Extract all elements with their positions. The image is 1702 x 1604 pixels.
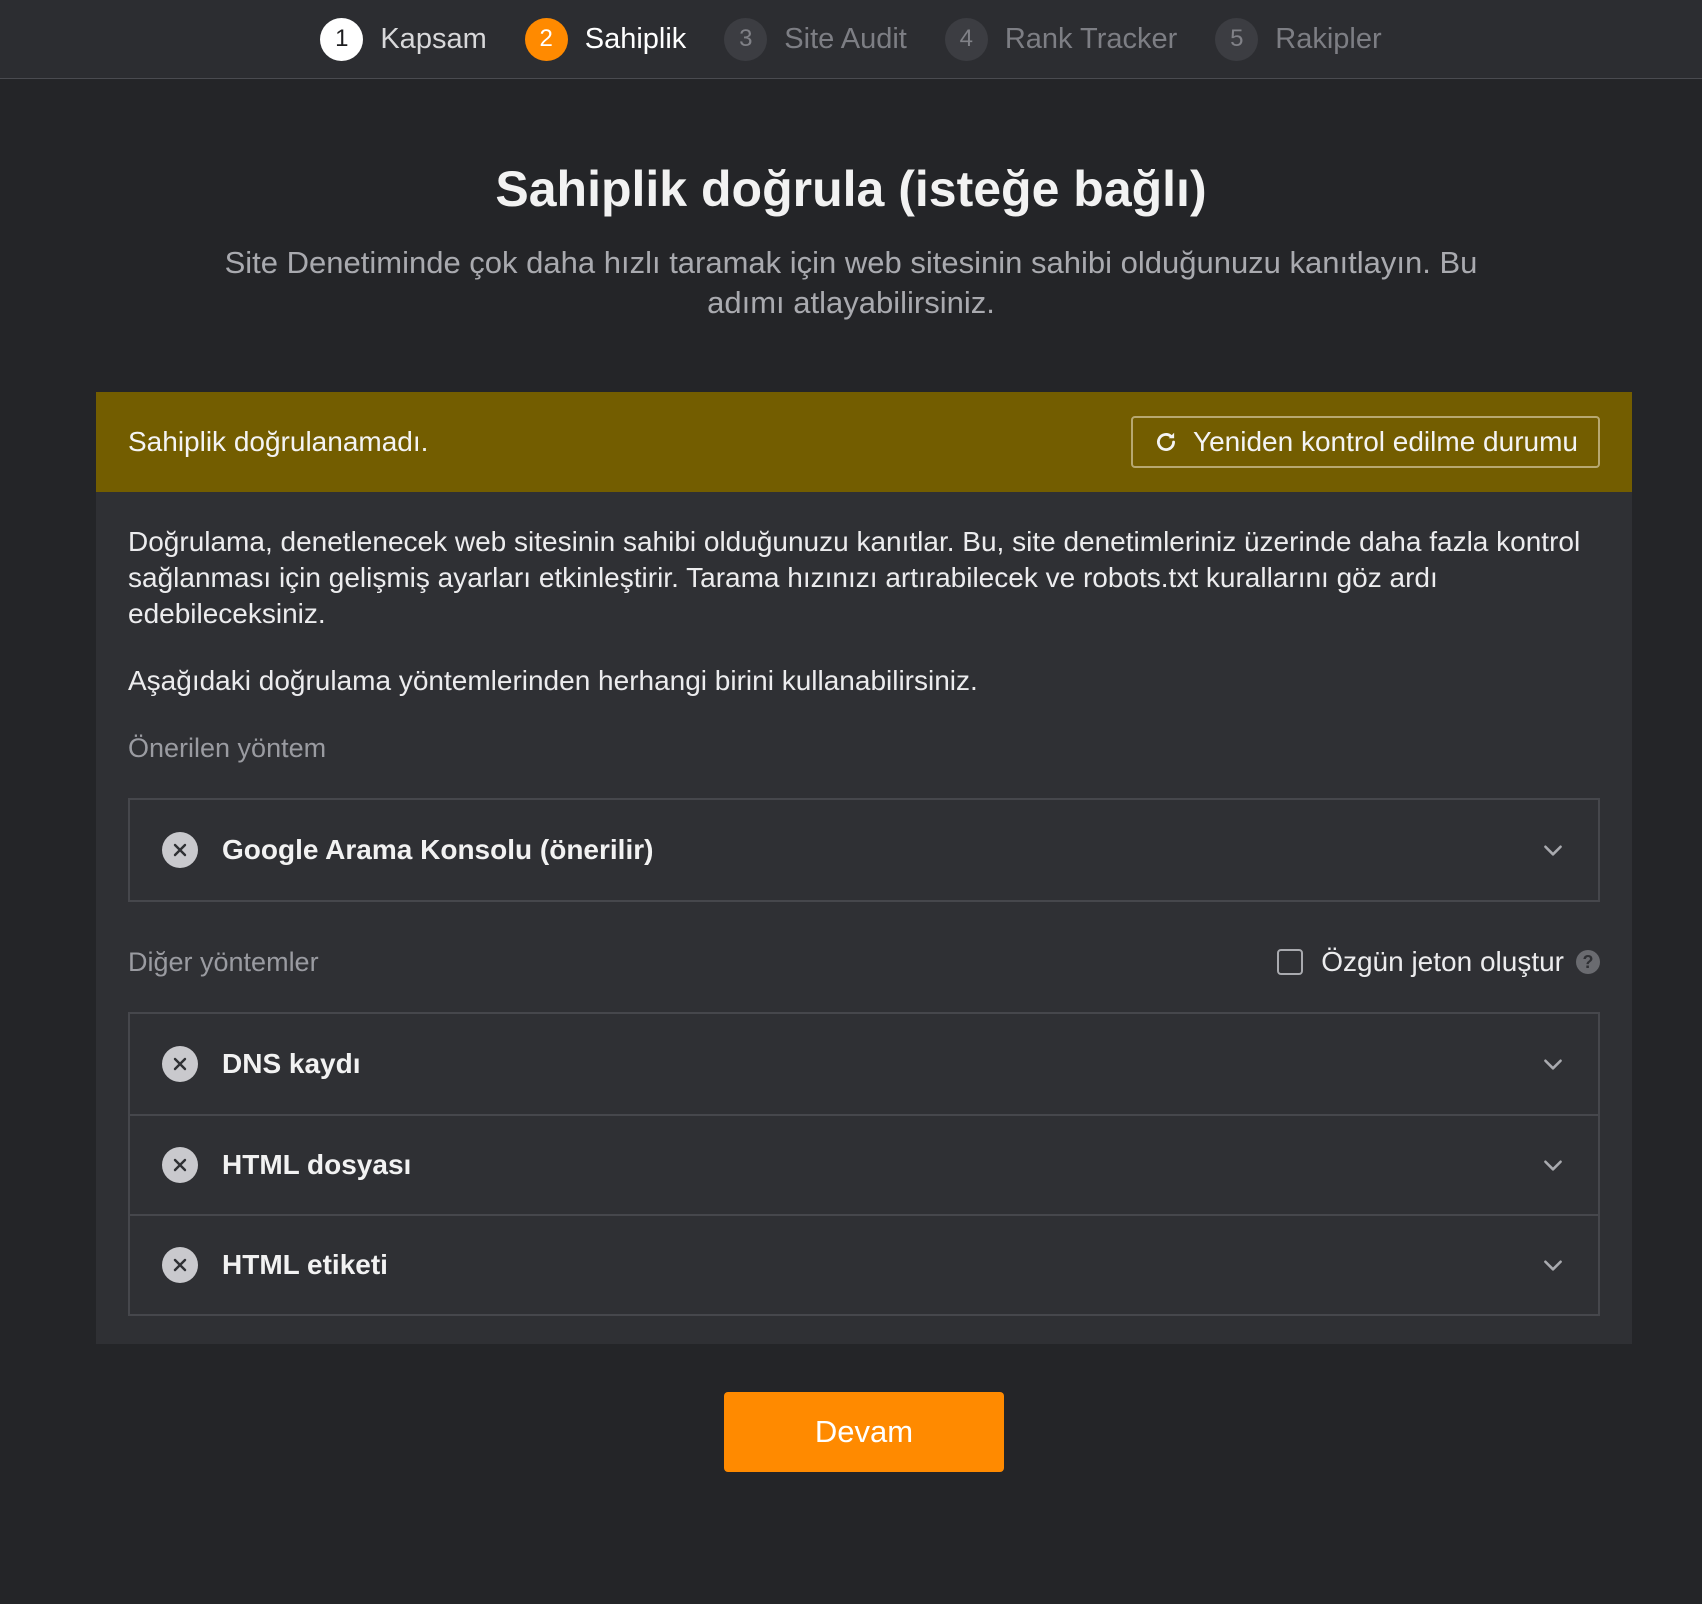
- method-label: HTML etiketi: [222, 1249, 388, 1280]
- other-method-list: DNS kaydı HTML dosyası HTML etiketi: [128, 1012, 1600, 1316]
- token-option: Özgün jeton oluştur ?: [1277, 946, 1600, 978]
- x-circle-icon: [162, 1046, 198, 1082]
- description: Doğrulama, denetlenecek web sitesinin sa…: [128, 526, 1581, 629]
- continue-button[interactable]: Devam: [724, 1392, 1004, 1472]
- step-number: 2: [524, 17, 568, 61]
- step-number: 3: [724, 17, 768, 61]
- chevron-down-icon: [1544, 1160, 1562, 1171]
- recheck-label: Yeniden kontrol edilme durumu: [1193, 426, 1578, 457]
- verification-card: Sahiplik doğrulanamadı. Yeniden kontrol …: [96, 392, 1632, 1344]
- method-label: HTML dosyası: [222, 1149, 412, 1180]
- card-body: Doğrulama, denetlenecek web sitesinin sa…: [96, 492, 1632, 1316]
- method-html-file[interactable]: HTML dosyası: [130, 1114, 1598, 1214]
- step-number: 4: [944, 17, 988, 61]
- recommended-method-list: Google Arama Konsolu (önerilir): [128, 798, 1600, 902]
- step-number: 5: [1215, 17, 1259, 61]
- stepper: 1 Kapsam 2 Sahiplik 3 Site Audit 4 Rank …: [0, 0, 1702, 79]
- method-label: DNS kaydı: [222, 1048, 361, 1079]
- chevron-down-icon: [1544, 845, 1562, 856]
- step-label: Site Audit: [784, 22, 907, 55]
- instruction: Aşağıdaki doğrulama yöntemlerinden herha…: [128, 665, 978, 696]
- recheck-button[interactable]: Yeniden kontrol edilme durumu: [1131, 416, 1600, 468]
- chevron-down-icon: [1544, 1059, 1562, 1070]
- step-site-audit[interactable]: 3 Site Audit: [724, 17, 907, 61]
- unique-token-label[interactable]: Özgün jeton oluştur: [1321, 946, 1564, 978]
- method-label: Google Arama Konsolu (önerilir): [222, 834, 654, 865]
- other-methods-header: Diğer yöntemler Özgün jeton oluştur ?: [128, 942, 1600, 982]
- step-number: 1: [320, 17, 364, 61]
- alert-text: Sahiplik doğrulanamadı.: [128, 426, 429, 457]
- other-methods-label: Diğer yöntemler: [128, 946, 319, 977]
- chevron-down-icon: [1544, 1260, 1562, 1271]
- x-circle-icon: [162, 1147, 198, 1183]
- alert-bar: Sahiplik doğrulanamadı. Yeniden kontrol …: [96, 392, 1632, 492]
- step-label: Rank Tracker: [1004, 22, 1178, 55]
- step-label: Kapsam: [380, 22, 487, 55]
- step-rank-tracker[interactable]: 4 Rank Tracker: [944, 17, 1178, 61]
- step-sahiplik[interactable]: 2 Sahiplik: [524, 17, 687, 61]
- step-label: Rakipler: [1275, 22, 1382, 55]
- unique-token-checkbox[interactable]: [1277, 949, 1304, 975]
- step-label: Sahiplik: [584, 22, 687, 55]
- step-kapsam[interactable]: 1 Kapsam: [320, 17, 487, 61]
- method-html-tag[interactable]: HTML etiketi: [130, 1214, 1598, 1314]
- help-icon[interactable]: ?: [1576, 950, 1600, 974]
- page-subtitle: Site Denetiminde çok daha hızlı taramak …: [224, 245, 1478, 320]
- step-rakipler[interactable]: 5 Rakipler: [1215, 17, 1382, 61]
- method-dns-record[interactable]: DNS kaydı: [130, 1014, 1598, 1114]
- refresh-icon: [1157, 432, 1175, 451]
- x-circle-icon: [162, 832, 198, 868]
- x-circle-icon: [162, 1247, 198, 1283]
- page-title: Sahiplik doğrula (isteğe bağlı): [495, 161, 1207, 217]
- recommended-label: Önerilen yöntem: [128, 733, 327, 763]
- method-google-search-console[interactable]: Google Arama Konsolu (önerilir): [130, 800, 1598, 900]
